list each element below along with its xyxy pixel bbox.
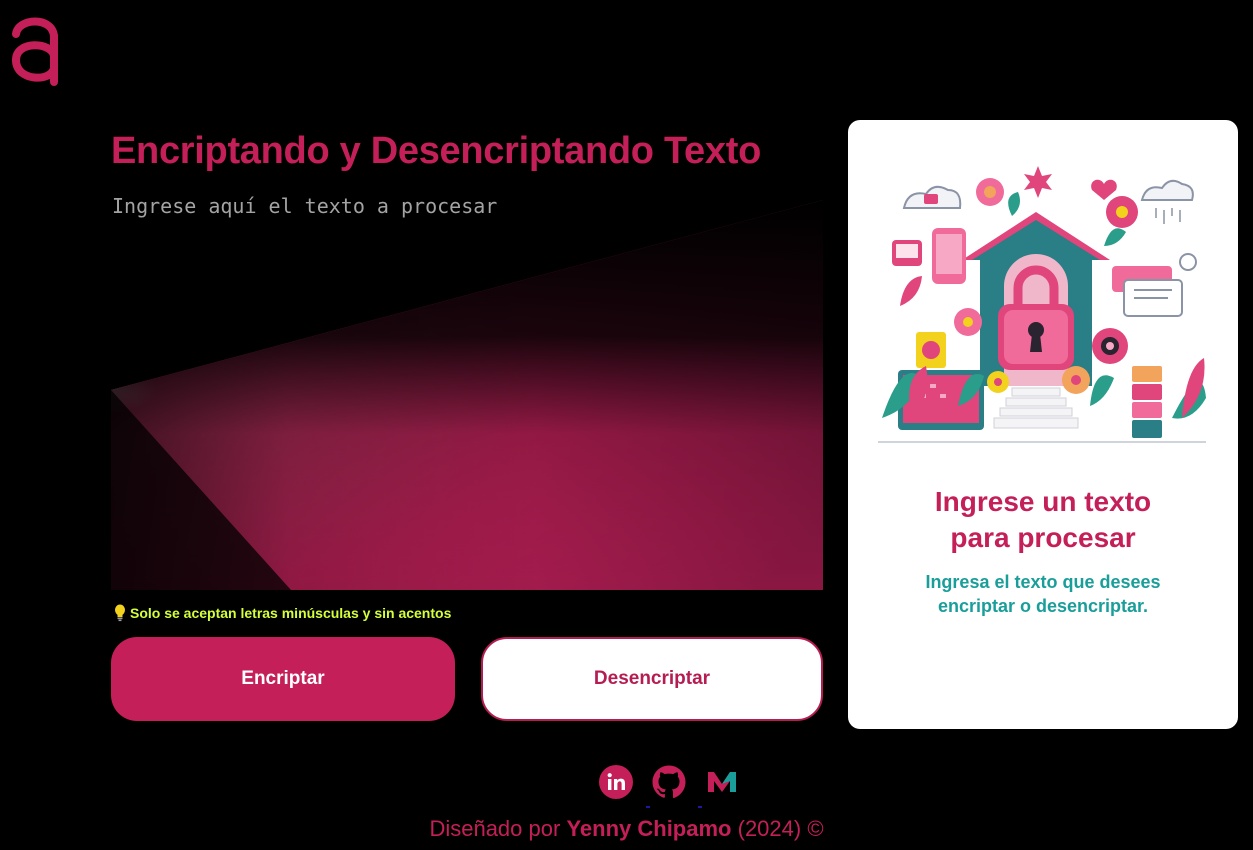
underline-mark [646,806,650,808]
card-subtitle-line: encriptar o desencriptar. [937,596,1149,616]
card-subtitle: Ingresa el texto que desees encriptar o … [848,570,1238,618]
social-links [598,764,740,800]
card-title-line: Ingrese un texto [934,486,1152,517]
card-subtitle-line: Ingresa el texto que desees [925,572,1161,592]
footer-author: Yenny Chipamo [566,816,732,841]
card-title: Ingrese un texto para procesar [848,484,1238,556]
encrypt-button[interactable]: Encriptar [111,637,455,721]
github-icon[interactable] [651,764,687,800]
output-card: Ingrese un texto para procesar Ingresa e… [848,120,1238,729]
card-title-line: para procesar [950,522,1136,553]
footer-suffix: (2024) © [737,816,824,841]
page-title: Encriptando y Desencriptando Texto [111,130,761,172]
hint-text: Solo se aceptan letras minúsculas y sin … [130,605,452,621]
input-hint: Solo se aceptan letras minúsculas y sin … [114,604,451,622]
text-input-area[interactable] [111,190,823,590]
padlock-house-flowers-illustration [878,166,1206,443]
lightbulb-icon [115,604,125,622]
linkedin-icon[interactable] [598,764,634,800]
text-input[interactable] [111,190,823,590]
footer-credit: Diseñado por Yenny Chipamo (2024) © [0,816,1253,842]
brand-logo-icon[interactable] [8,12,62,86]
footer-prefix: Diseñado por [429,816,561,841]
underline-mark [698,806,702,808]
decrypt-button[interactable]: Desencriptar [481,637,823,721]
medium-m-icon[interactable] [704,764,740,800]
